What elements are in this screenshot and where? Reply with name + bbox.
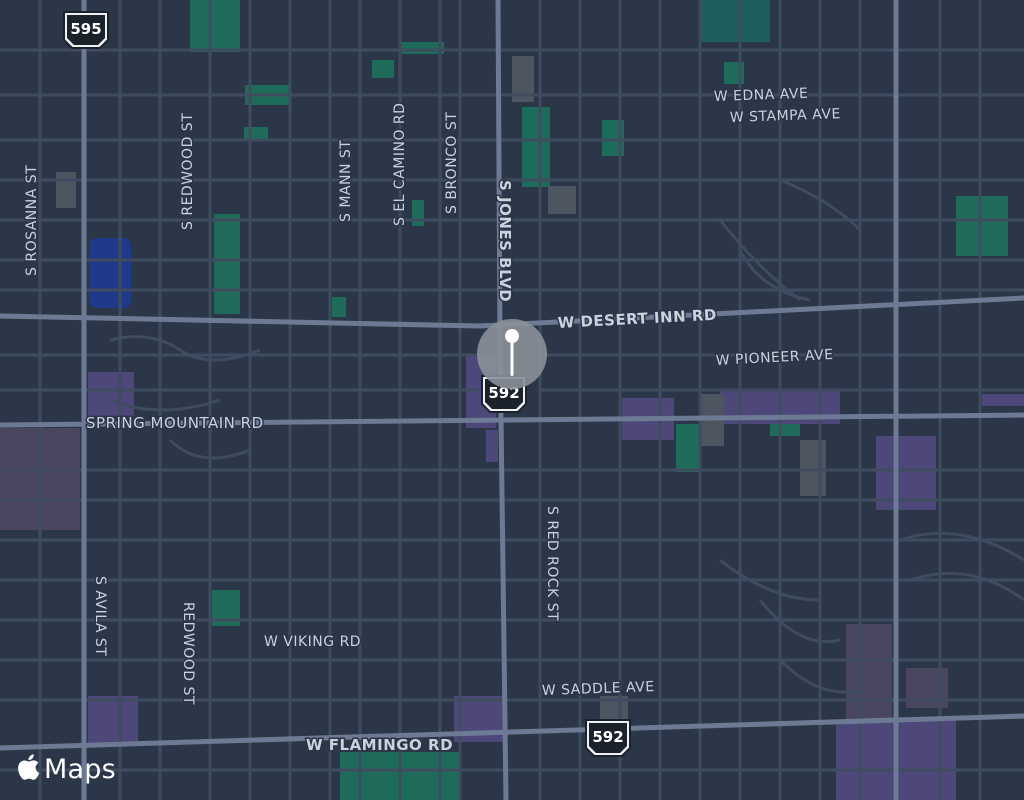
street-label: S EL CAMINO RD bbox=[392, 103, 408, 226]
park-area bbox=[412, 200, 424, 226]
street-label: W EDNA AVE bbox=[714, 86, 809, 105]
highway-shield[interactable]: 595 bbox=[63, 11, 109, 49]
street-label: S MANN ST bbox=[338, 140, 354, 222]
park-area bbox=[676, 424, 700, 472]
street-label: W PIONEER AVE bbox=[715, 347, 834, 369]
street-label: S ROSANNA ST bbox=[24, 165, 40, 276]
olive-area bbox=[800, 440, 826, 496]
street-label: REDWOOD ST bbox=[180, 602, 196, 705]
industrial-area bbox=[906, 668, 948, 708]
commercial-area bbox=[88, 696, 138, 746]
industrial-area bbox=[846, 624, 892, 720]
park-area bbox=[332, 297, 346, 317]
street-label: SPRING MOUNTAIN RD bbox=[86, 414, 264, 432]
street-label: W STAMPA AVE bbox=[730, 106, 841, 126]
street-label: S RED ROCK ST bbox=[544, 506, 560, 621]
park-area bbox=[400, 42, 444, 54]
park-area bbox=[956, 196, 1008, 256]
water-area bbox=[89, 238, 131, 308]
maps-label: Maps bbox=[44, 754, 116, 785]
street-label: W SADDLE AVE bbox=[542, 679, 655, 699]
park-area bbox=[700, 0, 770, 42]
commercial-area bbox=[486, 430, 498, 462]
highway-shield[interactable]: 592 bbox=[585, 719, 631, 757]
commercial-area bbox=[982, 394, 1024, 406]
apple-icon bbox=[16, 753, 40, 786]
street-label: W FLAMINGO RD bbox=[306, 736, 453, 754]
park-area bbox=[190, 0, 240, 52]
map-canvas[interactable]: S ROSANNA ST S REDWOOD ST S MANN ST S EL… bbox=[0, 0, 1024, 800]
park-area bbox=[214, 214, 240, 314]
location-pin[interactable] bbox=[477, 319, 547, 389]
commercial-area bbox=[88, 372, 134, 416]
street-label: W VIKING RD bbox=[264, 634, 361, 650]
park-area bbox=[372, 60, 394, 78]
shield-number: 592 bbox=[592, 728, 623, 746]
olive-area bbox=[548, 186, 576, 214]
map-view[interactable]: S ROSANNA ST S REDWOOD ST S MANN ST S EL… bbox=[0, 0, 1024, 800]
maps-attribution[interactable]: Maps bbox=[16, 753, 116, 786]
street-label: S BRONCO ST bbox=[444, 112, 460, 214]
olive-area bbox=[56, 172, 76, 208]
street-label: S AVILA ST bbox=[92, 576, 108, 656]
park-area bbox=[522, 107, 550, 187]
street-label: S REDWOOD ST bbox=[180, 113, 196, 230]
street-label: S JONES BLVD bbox=[496, 180, 514, 302]
shield-number: 595 bbox=[70, 20, 101, 38]
